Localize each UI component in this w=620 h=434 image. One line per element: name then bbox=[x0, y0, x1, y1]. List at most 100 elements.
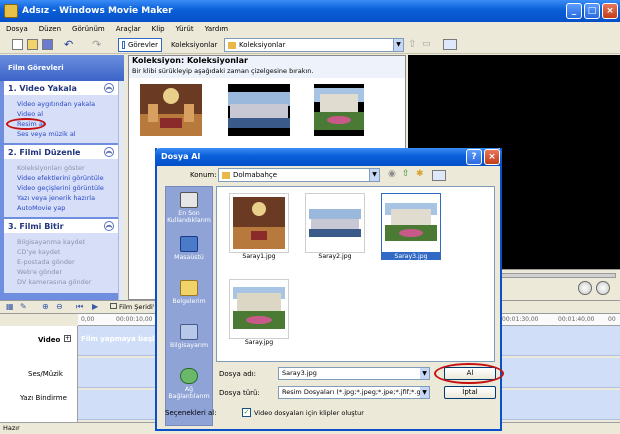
link-automovie[interactable]: AutoMovie yap bbox=[17, 204, 65, 212]
track-label-title-overlay: Yazı Bindirme bbox=[20, 394, 67, 402]
play-icon[interactable]: ▶ bbox=[92, 302, 98, 311]
look-in-select[interactable]: Dolmabahçe ▼ bbox=[218, 168, 380, 182]
file-item[interactable]: Saray1.jpg bbox=[229, 193, 289, 260]
collections-button[interactable]: Koleksiyonlar bbox=[164, 38, 220, 52]
menu-klip[interactable]: Klip bbox=[152, 25, 165, 33]
palace-garden-image bbox=[314, 84, 364, 136]
create-clips-checkbox[interactable]: ✓ bbox=[242, 408, 251, 417]
tasks-button[interactable]: Görevler bbox=[118, 38, 162, 52]
cancel-button[interactable]: İptal bbox=[444, 386, 496, 399]
place-recent[interactable]: En Son Kullandıklarım bbox=[165, 192, 213, 224]
options-label: Seçenekleri al: bbox=[165, 409, 217, 417]
timeline-placeholder: Film yapmaya başlam bbox=[81, 335, 167, 343]
dialog-close-button[interactable]: × bbox=[484, 149, 500, 165]
new-folder-icon[interactable]: ▭ bbox=[422, 39, 431, 49]
link-capture-device[interactable]: Video aygıtından yakala bbox=[17, 100, 95, 108]
zoom-out-icon[interactable]: ⊖ bbox=[56, 302, 63, 311]
menu-dosya[interactable]: Dosya bbox=[6, 25, 28, 33]
section-video-yakala[interactable]: 1. Video Yakala ︽ bbox=[4, 81, 118, 95]
help-button[interactable]: ? bbox=[466, 149, 482, 165]
track-label-video: Video bbox=[38, 336, 61, 344]
redo-icon[interactable]: ↷ bbox=[92, 38, 101, 51]
task-pane-scrollbar[interactable] bbox=[118, 81, 124, 300]
minimize-button[interactable]: _ bbox=[566, 3, 582, 19]
chevron-up-icon[interactable]: ︽ bbox=[104, 83, 114, 93]
folder-icon bbox=[222, 171, 230, 179]
look-in-value: Dolmabahçe bbox=[233, 171, 278, 179]
storyboard-toggle[interactable]: Film Şeridi'ni bbox=[110, 303, 161, 311]
up-folder-icon[interactable]: ⇧ bbox=[402, 169, 410, 179]
link-send-dv[interactable]: DV kamerasına gönder bbox=[17, 278, 91, 286]
chevron-up-icon[interactable]: ︽ bbox=[104, 221, 114, 231]
new-project-icon[interactable] bbox=[12, 39, 23, 50]
window-title: Adsız - Windows Movie Maker bbox=[0, 0, 620, 22]
split-clip-icon[interactable] bbox=[578, 281, 592, 295]
section-filmi-duzenle[interactable]: 2. Filmi Düzenle ︽ bbox=[4, 145, 118, 159]
link-send-email[interactable]: E-postada gönder bbox=[17, 258, 75, 266]
save-icon[interactable] bbox=[42, 39, 53, 50]
task-pane-header: Film Görevleri bbox=[0, 55, 124, 81]
menu-araclar[interactable]: Araçlar bbox=[116, 25, 141, 33]
palace-garden-image bbox=[385, 197, 437, 249]
place-desktop[interactable]: Masaüstü bbox=[165, 236, 213, 261]
undo-icon[interactable]: ↶ bbox=[64, 38, 73, 51]
time-tick: 00 bbox=[608, 316, 616, 323]
tasks-label: Görevler bbox=[127, 41, 158, 49]
place-my-documents[interactable]: Belgelerim bbox=[165, 280, 213, 305]
storyboard-icon[interactable]: ▦ bbox=[6, 302, 14, 311]
close-button[interactable]: × bbox=[602, 3, 618, 19]
clip-thumbnail[interactable] bbox=[228, 84, 290, 136]
clip-thumbnail[interactable] bbox=[314, 84, 364, 136]
palace-exterior-image bbox=[309, 197, 361, 249]
menu-gorunum[interactable]: Görünüm bbox=[72, 25, 105, 33]
recent-documents-icon bbox=[180, 192, 198, 208]
folder-icon bbox=[228, 41, 236, 49]
filetype-select[interactable]: Resim Dosyaları (*.jpg;*.jpeg;*.jpe;*.jf… bbox=[278, 386, 430, 399]
snapshot-icon[interactable] bbox=[596, 281, 610, 295]
open-folder-icon[interactable] bbox=[27, 39, 38, 50]
section-title: 2. Filmi Düzenle bbox=[8, 147, 81, 157]
view-menu-icon[interactable] bbox=[443, 39, 457, 50]
narrate-icon[interactable]: ✎ bbox=[20, 302, 27, 311]
palace-interior-image bbox=[140, 84, 202, 136]
computer-icon bbox=[180, 324, 198, 340]
file-item[interactable]: Saray2.jpg bbox=[305, 193, 365, 260]
chevron-down-icon[interactable]: ▼ bbox=[420, 387, 429, 398]
up-folder-icon[interactable]: ⇧ bbox=[408, 39, 416, 50]
collection-select[interactable]: Koleksiyonlar ▼ bbox=[224, 38, 404, 52]
place-my-computer[interactable]: Bilgisayarım bbox=[165, 324, 213, 349]
filename-input[interactable]: Saray3.jpg bbox=[278, 367, 430, 380]
chevron-up-icon[interactable]: ︽ bbox=[104, 147, 114, 157]
toolbar: ↶ ↷ Görevler Koleksiyonlar Koleksiyonlar… bbox=[0, 36, 620, 54]
chevron-down-icon[interactable]: ▼ bbox=[420, 368, 429, 379]
zoom-in-icon[interactable]: ⊕ bbox=[42, 302, 49, 311]
link-show-collections[interactable]: Koleksiyonları göster bbox=[17, 164, 85, 172]
tasks-icon bbox=[122, 41, 125, 49]
file-name: Saray1.jpg bbox=[242, 253, 276, 260]
menu-yardim[interactable]: Yardım bbox=[205, 25, 229, 33]
menu-duzen[interactable]: Düzen bbox=[39, 25, 61, 33]
file-list: Saray1.jpg Saray2.jpg Saray3.jpg Saray.j… bbox=[216, 186, 495, 362]
link-send-web[interactable]: Web'e gönder bbox=[17, 268, 62, 276]
link-video-transitions[interactable]: Video geçişlerini görüntüle bbox=[17, 184, 104, 192]
link-import-audio[interactable]: Ses veya müzik al bbox=[17, 130, 76, 138]
file-item[interactable]: Saray.jpg bbox=[229, 279, 289, 346]
link-save-cd[interactable]: CD'ye kaydet bbox=[17, 248, 60, 256]
section-title: 3. Filmi Bitir bbox=[8, 221, 64, 231]
link-titles-credits[interactable]: Yazı veya jenerik hazırla bbox=[17, 194, 95, 202]
link-import-video[interactable]: Video al bbox=[17, 110, 43, 118]
menu-yurut[interactable]: Yürüt bbox=[176, 25, 194, 33]
view-menu-icon[interactable] bbox=[432, 170, 446, 181]
expand-icon[interactable]: + bbox=[64, 335, 71, 342]
rewind-icon[interactable]: ⏮ bbox=[76, 302, 83, 312]
link-save-computer[interactable]: Bilgisayarıma kaydet bbox=[17, 238, 85, 246]
clip-thumbnail[interactable] bbox=[140, 84, 202, 136]
back-icon[interactable]: ◉ bbox=[388, 169, 396, 179]
new-folder-icon[interactable]: ✱ bbox=[416, 169, 424, 179]
link-video-effects[interactable]: Video efektlerini görüntüle bbox=[17, 174, 104, 182]
file-item-selected[interactable]: Saray3.jpg bbox=[381, 193, 441, 260]
place-network[interactable]: Ağ Bağlantılarım bbox=[165, 368, 213, 400]
maximize-button[interactable]: □ bbox=[584, 3, 600, 19]
section-filmi-bitir[interactable]: 3. Filmi Bitir ︽ bbox=[4, 219, 118, 233]
collection-subtitle: Bir klibi sürükleyip aşağıdaki zaman çiz… bbox=[132, 67, 314, 75]
